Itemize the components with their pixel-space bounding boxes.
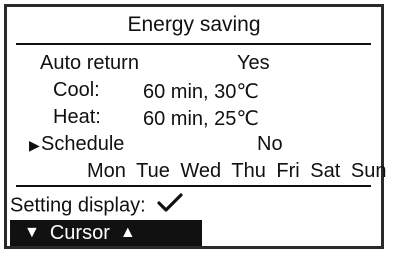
heat-label: Heat: [53, 106, 101, 128]
cool-label: Cool: [53, 79, 100, 101]
day-fri[interactable]: Fri [276, 160, 299, 182]
triangle-down-icon[interactable]: ▼ [24, 224, 40, 242]
schedule-value: No [257, 133, 283, 155]
screen-title: Energy saving [127, 13, 261, 36]
weekday-row: Mon Tue Wed Thu Fri Sat Sun [87, 160, 386, 183]
day-wed[interactable]: Wed [180, 160, 221, 182]
heat-value: 60 min, 25℃ [143, 108, 259, 130]
cursor-bar: ▼ Cursor ▲ [10, 220, 202, 246]
day-mon[interactable]: Mon [87, 160, 126, 182]
setting-display-label: Setting display: [10, 194, 146, 217]
day-thu[interactable]: Thu [231, 160, 265, 182]
checkmark-icon [157, 193, 183, 219]
cursor-label: Cursor [49, 221, 110, 244]
setting-display: Setting display: [10, 193, 183, 219]
title-divider [16, 43, 371, 45]
day-sat[interactable]: Sat [310, 160, 340, 182]
cool-value: 60 min, 30℃ [143, 81, 259, 103]
auto-return-label: Auto return [40, 52, 139, 74]
footer-divider [16, 185, 371, 187]
auto-return-value: Yes [237, 52, 270, 74]
schedule-label: Schedule [41, 133, 125, 155]
day-tue[interactable]: Tue [136, 160, 170, 182]
triangle-up-icon[interactable]: ▲ [120, 224, 136, 242]
selection-cursor-icon: ▶ [29, 137, 40, 153]
day-sun[interactable]: Sun [351, 160, 387, 182]
energy-saving-screen: Energy saving Auto return Yes Cool: 60 m… [4, 4, 386, 249]
